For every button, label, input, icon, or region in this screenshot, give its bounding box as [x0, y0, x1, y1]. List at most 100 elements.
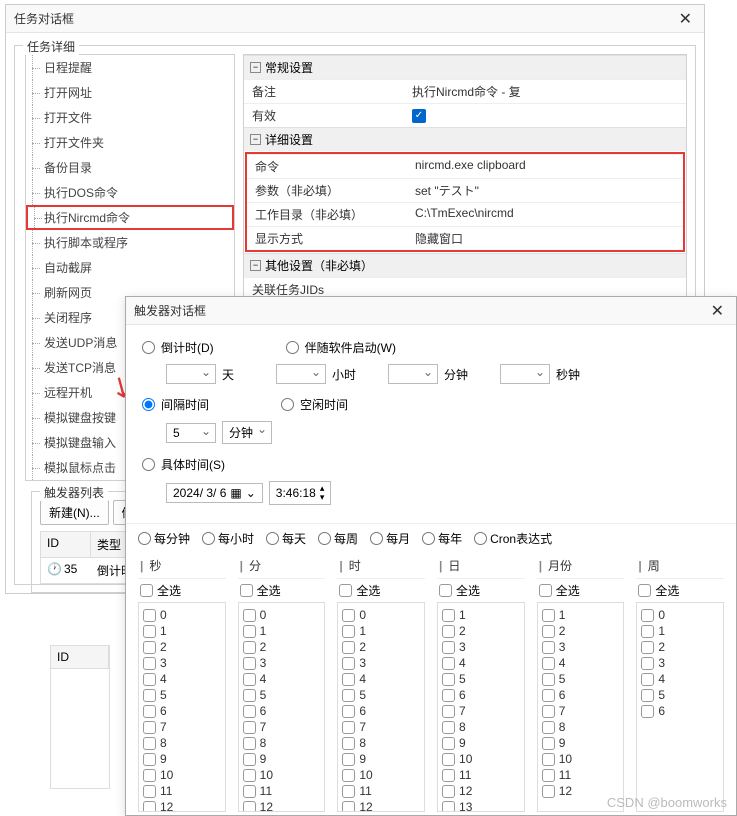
time-option[interactable]: 1 — [243, 623, 321, 639]
recurrence-tab[interactable]: 每分钟 — [138, 530, 190, 547]
time-option[interactable]: 0 — [641, 607, 719, 623]
countdown-hour-combo[interactable] — [276, 364, 326, 384]
time-option[interactable]: 7 — [342, 719, 420, 735]
time-options-list[interactable]: 0123456789101112 — [337, 602, 425, 812]
time-options-list[interactable]: 0123456 — [636, 602, 724, 812]
interval-value-combo[interactable]: 5 — [166, 423, 216, 443]
time-options-list[interactable]: 12345678910111213 — [437, 602, 525, 812]
time-option[interactable]: 11 — [243, 783, 321, 799]
prop-row[interactable]: 工作目录（非必填）C:\TmExec\nircmd — [247, 202, 683, 226]
new-trigger-button[interactable]: 新建(N)... — [40, 500, 109, 525]
time-option[interactable]: 1 — [641, 623, 719, 639]
time-option[interactable]: 5 — [143, 687, 221, 703]
time-option[interactable]: 7 — [243, 719, 321, 735]
select-all-checkbox[interactable]: 全选 — [238, 579, 326, 602]
time-option[interactable]: 3 — [442, 639, 520, 655]
time-option[interactable]: 13 — [442, 799, 520, 812]
time-option[interactable]: 9 — [542, 735, 620, 751]
time-option[interactable]: 3 — [143, 655, 221, 671]
countdown-min-combo[interactable] — [388, 364, 438, 384]
tree-item-3[interactable]: 打开文件夹 — [26, 130, 234, 155]
time-option[interactable]: 12 — [243, 799, 321, 812]
time-option[interactable]: 6 — [442, 687, 520, 703]
time-option[interactable]: 2 — [542, 623, 620, 639]
time-option[interactable]: 2 — [641, 639, 719, 655]
calendar-icon[interactable]: ▦ — [230, 486, 241, 500]
radio-idle[interactable] — [281, 398, 294, 411]
time-option[interactable]: 7 — [143, 719, 221, 735]
tree-item-1[interactable]: 打开网址 — [26, 80, 234, 105]
time-option[interactable]: 11 — [442, 767, 520, 783]
close-icon[interactable]: ✕ — [675, 9, 696, 29]
time-option[interactable]: 11 — [143, 783, 221, 799]
tree-item-6[interactable]: 执行Nircmd命令 — [26, 205, 234, 230]
time-option[interactable]: 4 — [243, 671, 321, 687]
select-all-checkbox[interactable]: 全选 — [537, 579, 625, 602]
time-option[interactable]: 5 — [641, 687, 719, 703]
spinner-icon[interactable]: ▴▾ — [320, 484, 325, 502]
time-option[interactable]: 4 — [542, 655, 620, 671]
time-option[interactable]: 11 — [342, 783, 420, 799]
prop-row[interactable]: 参数（非必填）set "テスト" — [247, 178, 683, 202]
section-detail[interactable]: − 详细设置 — [244, 127, 686, 151]
time-option[interactable]: 8 — [542, 719, 620, 735]
time-option[interactable]: 7 — [442, 703, 520, 719]
prop-remark[interactable]: 备注 执行Nircmd命令 - 复 — [244, 79, 686, 103]
select-all-checkbox[interactable]: 全选 — [437, 579, 525, 602]
time-option[interactable]: 8 — [442, 719, 520, 735]
time-option[interactable]: 6 — [542, 687, 620, 703]
time-option[interactable]: 1 — [342, 623, 420, 639]
countdown-day-combo[interactable] — [166, 364, 216, 384]
select-all-checkbox[interactable]: 全选 — [636, 579, 724, 602]
time-option[interactable]: 1 — [143, 623, 221, 639]
chevron-down-icon[interactable]: ⌄ — [246, 486, 256, 500]
time-option[interactable]: 12 — [442, 783, 520, 799]
time-option[interactable]: 0 — [342, 607, 420, 623]
prop-row[interactable]: 显示方式隐藏窗口 — [247, 226, 683, 250]
time-option[interactable]: 2 — [143, 639, 221, 655]
recurrence-tab[interactable]: 每小时 — [202, 530, 254, 547]
time-option[interactable]: 3 — [542, 639, 620, 655]
time-option[interactable]: 4 — [143, 671, 221, 687]
time-option[interactable]: 9 — [143, 751, 221, 767]
select-all-checkbox[interactable]: 全选 — [337, 579, 425, 602]
time-option[interactable]: 2 — [243, 639, 321, 655]
time-option[interactable]: 2 — [442, 623, 520, 639]
tree-item-7[interactable]: 执行脚本或程序 — [26, 230, 234, 255]
time-option[interactable]: 0 — [243, 607, 321, 623]
tree-item-8[interactable]: 自动截屏 — [26, 255, 234, 280]
time-picker[interactable]: 3:46:18▴▾ — [269, 481, 332, 505]
time-option[interactable]: 3 — [641, 655, 719, 671]
collapse-icon[interactable]: − — [250, 62, 261, 73]
time-option[interactable]: 3 — [342, 655, 420, 671]
time-option[interactable]: 9 — [442, 735, 520, 751]
tree-item-0[interactable]: 日程提醒 — [26, 55, 234, 80]
time-option[interactable]: 10 — [542, 751, 620, 767]
time-options-list[interactable]: 123456789101112 — [537, 602, 625, 812]
recurrence-tab[interactable]: 每年 — [422, 530, 462, 547]
time-options-list[interactable]: 0123456789101112 — [238, 602, 326, 812]
time-option[interactable]: 10 — [342, 767, 420, 783]
time-option[interactable]: 5 — [442, 671, 520, 687]
time-option[interactable]: 10 — [243, 767, 321, 783]
radio-countdown[interactable] — [142, 341, 155, 354]
radio-interval[interactable] — [142, 398, 155, 411]
time-option[interactable]: 5 — [342, 687, 420, 703]
time-option[interactable]: 2 — [342, 639, 420, 655]
collapse-icon[interactable]: − — [250, 260, 261, 271]
date-picker[interactable]: 2024/ 3/ 6▦⌄ — [166, 483, 263, 503]
interval-unit-combo[interactable]: 分钟 — [222, 421, 272, 444]
time-option[interactable]: 6 — [641, 703, 719, 719]
time-option[interactable]: 8 — [243, 735, 321, 751]
time-option[interactable]: 6 — [143, 703, 221, 719]
radio-specific[interactable] — [142, 458, 155, 471]
time-option[interactable]: 10 — [143, 767, 221, 783]
time-option[interactable]: 11 — [542, 767, 620, 783]
tree-item-2[interactable]: 打开文件 — [26, 105, 234, 130]
time-option[interactable]: 4 — [641, 671, 719, 687]
time-option[interactable]: 12 — [342, 799, 420, 812]
time-option[interactable]: 1 — [542, 607, 620, 623]
recurrence-tab[interactable]: 每周 — [318, 530, 358, 547]
section-other[interactable]: − 其他设置（非必填） — [244, 253, 686, 277]
time-option[interactable]: 8 — [143, 735, 221, 751]
